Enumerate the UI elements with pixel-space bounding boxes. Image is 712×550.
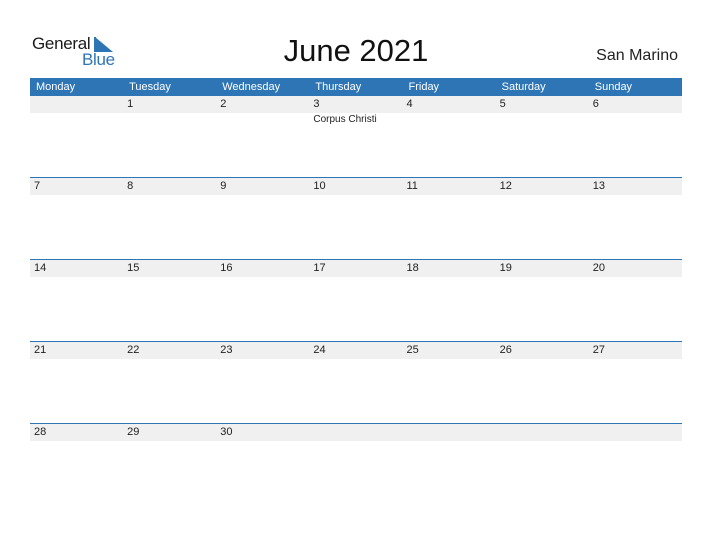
day-number: 18 — [406, 262, 419, 274]
day-number: 26 — [499, 344, 512, 356]
day-number: 8 — [127, 180, 134, 192]
week-row: 14 15 16 17 18 19 20 — [30, 259, 682, 341]
holiday-label — [30, 113, 123, 127]
calendar: Monday Tuesday Wednesday Thursday Friday… — [30, 78, 682, 505]
day-number: 4 — [406, 98, 413, 110]
day-number: 22 — [127, 344, 140, 356]
weekday-tuesday: Tuesday — [129, 81, 171, 93]
weekday-monday: Monday — [36, 81, 76, 93]
day-number: 1 — [127, 98, 134, 110]
date-strip: 1 2 3 4 5 6 — [30, 96, 682, 113]
day-number: 6 — [592, 98, 599, 110]
holiday-label — [589, 113, 682, 127]
day-number: 5 — [499, 98, 506, 110]
day-number: 21 — [34, 344, 47, 356]
week-row: 21 22 23 24 25 26 27 — [30, 341, 682, 423]
weekday-sunday: Sunday — [594, 81, 633, 93]
day-number: 30 — [220, 426, 233, 438]
holiday-label — [216, 113, 309, 127]
day-number: 29 — [127, 426, 140, 438]
date-strip: 28 29 30 — [30, 424, 682, 441]
day-number: 20 — [592, 262, 605, 274]
holiday-label — [496, 113, 589, 127]
day-number: 3 — [313, 98, 320, 110]
day-number: 7 — [34, 180, 41, 192]
week-row: 7 8 9 10 11 12 13 — [30, 177, 682, 259]
date-strip: 7 8 9 10 11 12 13 — [30, 178, 682, 195]
holiday-label — [403, 113, 496, 127]
day-number: 19 — [499, 262, 512, 274]
day-number: 2 — [220, 98, 227, 110]
day-number: 10 — [313, 180, 326, 192]
day-number: 12 — [499, 180, 512, 192]
holiday-label: Corpus Christi — [313, 114, 377, 125]
day-number: 9 — [220, 180, 227, 192]
date-strip: 14 15 16 17 18 19 20 — [30, 260, 682, 277]
day-number: 17 — [313, 262, 326, 274]
day-number: 14 — [34, 262, 47, 274]
day-number: 28 — [34, 426, 47, 438]
holiday-label — [123, 113, 216, 127]
weekday-header: Monday Tuesday Wednesday Thursday Friday… — [30, 78, 682, 96]
events-row: Corpus Christi — [30, 113, 682, 127]
day-number: 15 — [127, 262, 140, 274]
weekday-friday: Friday — [408, 81, 440, 93]
country-label: San Marino — [596, 47, 678, 64]
day-number — [589, 424, 682, 441]
day-number — [309, 424, 402, 441]
day-number: 23 — [220, 344, 233, 356]
day-number — [496, 424, 589, 441]
day-number: 13 — [592, 180, 605, 192]
day-number: 25 — [406, 344, 419, 356]
day-number: 24 — [313, 344, 326, 356]
week-row: 28 29 30 — [30, 423, 682, 505]
week-row: 1 2 3 4 5 6 Corpus Christi — [30, 96, 682, 177]
day-number — [403, 424, 496, 441]
day-number: 27 — [592, 344, 605, 356]
day-number — [30, 96, 123, 113]
day-number: 11 — [406, 180, 418, 192]
weekday-wednesday: Wednesday — [222, 81, 281, 93]
date-strip: 21 22 23 24 25 26 27 — [30, 342, 682, 359]
weekday-saturday: Saturday — [501, 81, 546, 93]
day-number: 16 — [220, 262, 233, 274]
weeks-container: 1 2 3 4 5 6 Corpus Christi 7 8 9 10 11 12 13 14 15 16 17 1… — [30, 96, 682, 505]
weekday-thursday: Thursday — [315, 81, 362, 93]
